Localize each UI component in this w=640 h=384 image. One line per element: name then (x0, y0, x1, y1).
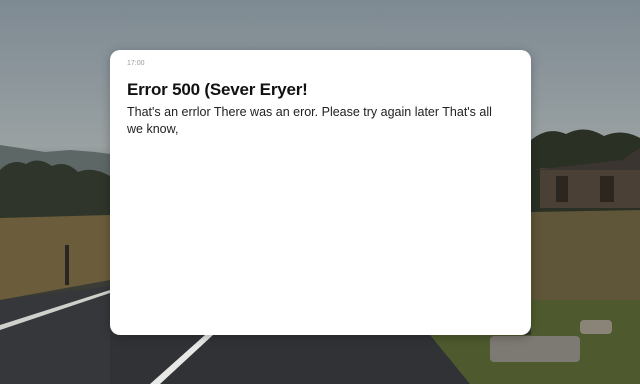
road-left (0, 286, 110, 384)
dialog-meta-label: 17:00 (127, 60, 145, 67)
house-door (600, 176, 614, 202)
error-title: Error 500 (Sever Eryer! (127, 80, 308, 99)
fence-post (65, 245, 69, 285)
right-field (531, 210, 640, 300)
rock (490, 336, 580, 362)
error-dialog: 17:00 Error 500 (Sever Eryer! That's an … (110, 50, 531, 335)
small-rock (580, 320, 612, 334)
house (540, 168, 640, 208)
error-message: That's an errlor There was an eror. Plea… (127, 105, 492, 136)
screen: 17:00 Error 500 (Sever Eryer! That's an … (0, 0, 640, 384)
house-window (556, 176, 568, 202)
left-field (0, 215, 110, 300)
